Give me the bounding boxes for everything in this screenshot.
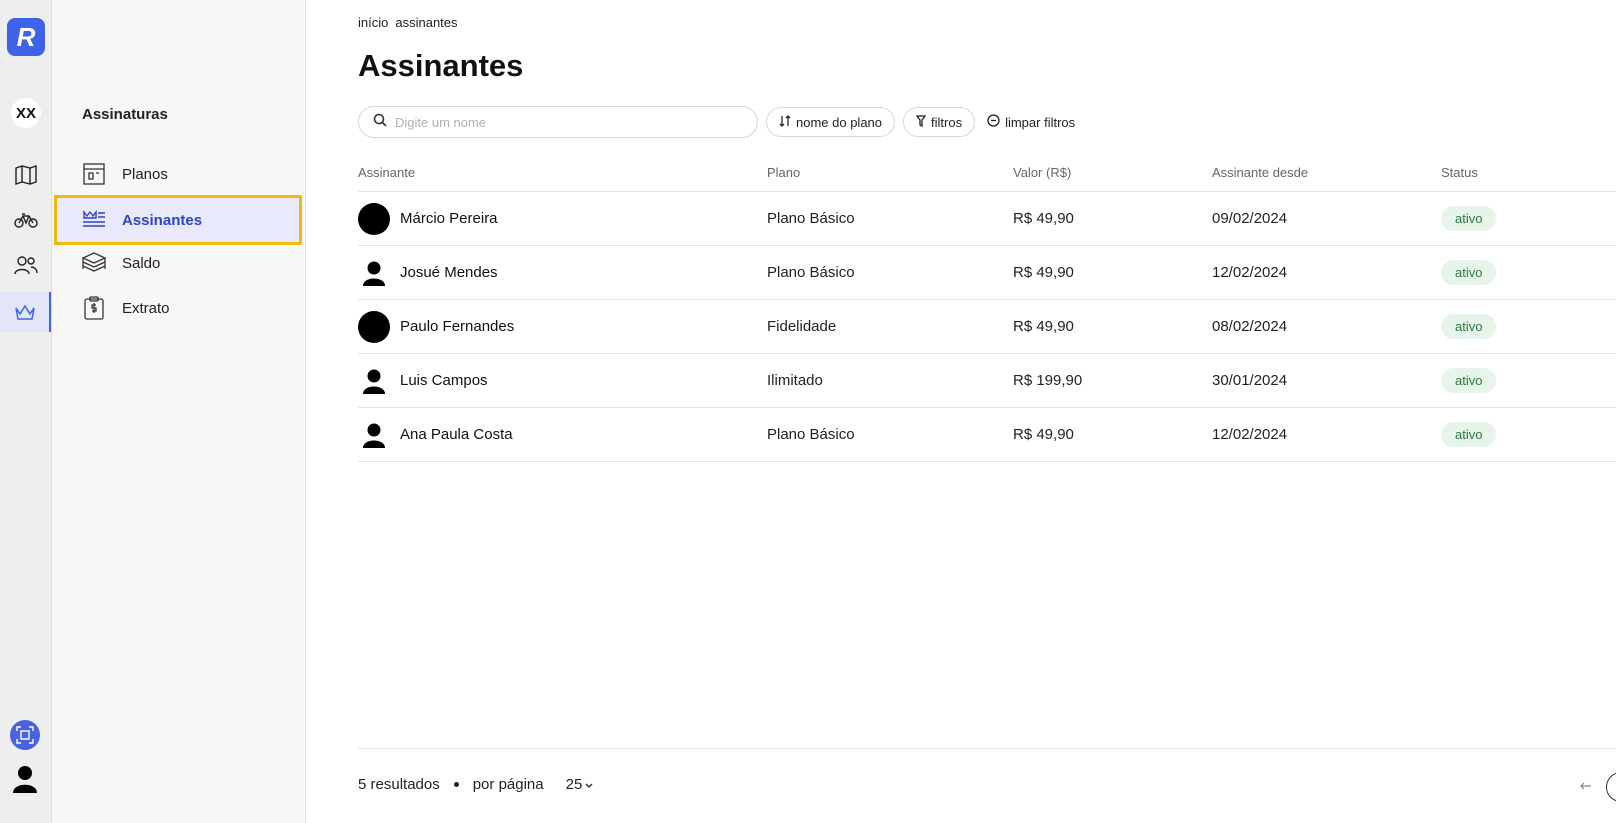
filters-label: filtros xyxy=(931,114,963,130)
per-page-select[interactable]: 25 xyxy=(566,776,594,793)
qr-scan-icon[interactable] xyxy=(10,720,40,750)
subscriber-name: Luis Campos xyxy=(400,372,488,389)
search-box xyxy=(358,106,758,138)
map-icon[interactable] xyxy=(0,157,51,193)
results-count: 5 resultados xyxy=(358,776,440,793)
clear-filters-label: limpar filtros xyxy=(1005,114,1076,130)
value-cell: R$ 49,90 xyxy=(1013,426,1074,443)
column-header-assinante[interactable]: Assinante xyxy=(358,165,767,180)
avatar xyxy=(358,310,390,343)
table-row[interactable]: Márcio Pereira Plano Básico R$ 49,90 09/… xyxy=(358,192,1616,246)
clear-circle-icon xyxy=(987,114,1000,130)
plan-cell: Fidelidade xyxy=(767,318,837,335)
clear-filters-button[interactable]: limpar filtros xyxy=(983,107,1080,137)
sort-label: nome do plano xyxy=(796,114,883,130)
since-cell: 08/02/2024 xyxy=(1212,318,1288,335)
pager xyxy=(1580,772,1616,802)
since-cell: 09/02/2024 xyxy=(1212,210,1288,227)
sidebar-item-saldo[interactable]: Saldo xyxy=(54,240,302,286)
subscriber-name: Josué Mendes xyxy=(400,264,498,281)
column-header-desde[interactable]: Assinante desde xyxy=(1212,165,1441,180)
subscriber-name: Márcio Pereira xyxy=(400,210,498,227)
main-content: início assinantes Assinantes nome d xyxy=(306,0,1616,823)
plan-cell: Plano Básico xyxy=(767,426,855,443)
status-badge: ativo xyxy=(1441,206,1497,231)
crown-icon[interactable] xyxy=(0,292,51,332)
sidebar-title: Assinaturas xyxy=(82,106,168,123)
sort-plan-name-button[interactable]: nome do plano xyxy=(766,107,896,137)
icon-rail: R XX xyxy=(0,0,52,823)
since-cell: 30/01/2024 xyxy=(1212,372,1288,389)
since-cell: 12/02/2024 xyxy=(1212,264,1288,281)
status-badge: ativo xyxy=(1441,314,1497,339)
search-icon xyxy=(373,113,387,132)
sidebar-item-label: Planos xyxy=(122,165,168,183)
column-header-plano[interactable]: Plano xyxy=(767,165,1013,180)
sidebar-item-assinantes[interactable]: Assinantes xyxy=(54,195,302,245)
column-header-valor[interactable]: Valor (R$) xyxy=(1013,165,1212,180)
filters-button[interactable]: filtros xyxy=(903,107,976,137)
status-badge: ativo xyxy=(1441,260,1497,285)
since-cell: 12/02/2024 xyxy=(1212,426,1288,443)
plan-cell: Plano Básico xyxy=(767,264,855,281)
account-avatar[interactable]: XX xyxy=(11,98,41,128)
toolbar: nome do plano filtros limpar filtros xyxy=(358,106,1080,138)
table-header: Assinante Plano Valor (R$) Assinante des… xyxy=(358,153,1616,192)
subscriber-name: Ana Paula Costa xyxy=(400,426,513,443)
user-silhouette-icon[interactable] xyxy=(10,762,40,796)
chevron-down-icon xyxy=(585,776,593,793)
receipt-clipboard-icon xyxy=(82,296,106,320)
sidebar: Assinaturas Planos Assinantes Saldo Extr… xyxy=(52,0,306,823)
subscribers-icon xyxy=(82,208,106,232)
users-icon[interactable] xyxy=(0,247,51,283)
value-cell: R$ 49,90 xyxy=(1013,210,1074,227)
avatar xyxy=(358,419,390,451)
store-icon xyxy=(82,162,106,186)
separator-dot xyxy=(453,782,459,787)
next-page-button[interactable] xyxy=(1606,772,1616,802)
status-badge: ativo xyxy=(1441,422,1497,447)
search-input[interactable] xyxy=(395,114,735,130)
breadcrumb-home[interactable]: início xyxy=(358,15,388,30)
arrow-left-icon[interactable] xyxy=(1580,778,1592,796)
subscribers-table: Assinante Plano Valor (R$) Assinante des… xyxy=(358,153,1616,462)
sidebar-item-label: Extrato xyxy=(122,299,170,317)
value-cell: R$ 199,90 xyxy=(1013,372,1083,389)
table-row[interactable]: Luis Campos Ilimitado R$ 199,90 30/01/20… xyxy=(358,354,1616,408)
app: R XX Assinaturas Planos Assinantes Saldo… xyxy=(0,0,1616,823)
value-cell: R$ 49,90 xyxy=(1013,318,1074,335)
avatar xyxy=(358,202,390,235)
avatar xyxy=(358,257,390,289)
plan-cell: Plano Básico xyxy=(767,210,855,227)
breadcrumb-current: assinantes xyxy=(395,15,458,30)
plan-cell: Ilimitado xyxy=(767,372,823,389)
sidebar-item-planos[interactable]: Planos xyxy=(54,151,302,197)
table-row[interactable]: Ana Paula Costa Plano Básico R$ 49,90 12… xyxy=(358,408,1616,462)
sidebar-item-extrato[interactable]: Extrato xyxy=(54,285,302,331)
pagination-footer: 5 resultados por página 25 xyxy=(358,776,593,793)
footer-divider xyxy=(358,748,1616,749)
logo[interactable]: R xyxy=(7,18,45,56)
subscriber-name: Paulo Fernandes xyxy=(400,318,515,335)
avatar xyxy=(358,365,390,397)
sidebar-item-label: Saldo xyxy=(122,254,161,272)
per-page-label: por página xyxy=(472,776,544,793)
page-title: Assinantes xyxy=(358,48,524,83)
table-row[interactable]: Paulo Fernandes Fidelidade R$ 49,90 08/0… xyxy=(358,300,1616,354)
column-header-status[interactable]: Status xyxy=(1441,165,1616,180)
filter-icon xyxy=(915,114,927,130)
table-row[interactable]: Josué Mendes Plano Básico R$ 49,90 12/02… xyxy=(358,246,1616,300)
sort-icon xyxy=(779,114,791,130)
per-page-value: 25 xyxy=(565,776,583,793)
breadcrumb: início assinantes xyxy=(358,15,458,30)
sidebar-item-label: Assinantes xyxy=(122,211,203,229)
status-badge: ativo xyxy=(1441,368,1497,393)
coins-stack-icon xyxy=(82,251,106,275)
bike-icon[interactable] xyxy=(0,202,51,238)
value-cell: R$ 49,90 xyxy=(1013,264,1074,281)
